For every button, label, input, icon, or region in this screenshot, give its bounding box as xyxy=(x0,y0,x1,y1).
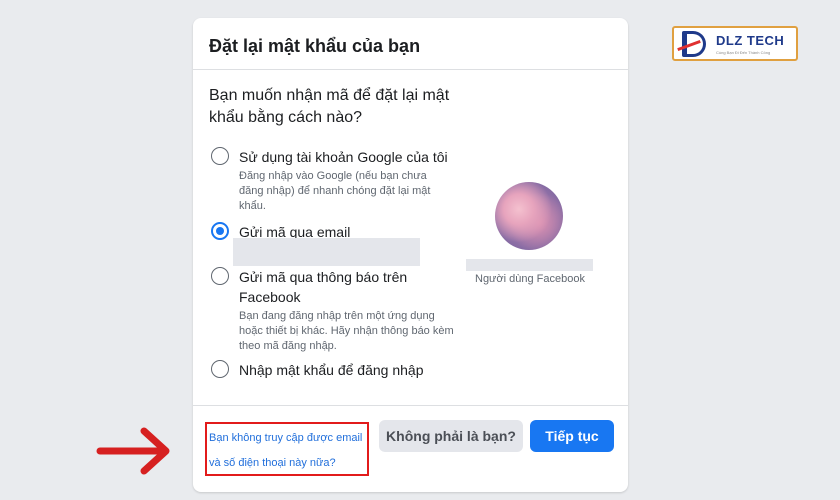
radio-password[interactable] xyxy=(211,360,229,378)
no-access-link-line2[interactable]: và số điện thoại này nữa? xyxy=(209,457,369,469)
dlz-tech-logo: DLZ TECH Cùng Bạn Đi Đến Thành Công xyxy=(672,26,798,61)
email-redacted xyxy=(233,238,420,266)
no-access-link[interactable]: Bạn không truy cập được email và số điện… xyxy=(205,422,369,476)
card-title: Đặt lại mật khẩu của bạn xyxy=(193,18,628,70)
continue-button[interactable]: Tiếp tục xyxy=(530,420,614,452)
not-you-button[interactable]: Không phải là bạn? xyxy=(379,420,523,452)
logo-tagline: Cùng Bạn Đi Đến Thành Công xyxy=(716,50,771,55)
reset-question: Bạn muốn nhận mã để đặt lại mật khẩu bằn… xyxy=(209,87,450,126)
logo-name: DLZ TECH xyxy=(716,33,785,48)
avatar xyxy=(495,182,563,250)
no-access-link-line1[interactable]: Bạn không truy cập được email xyxy=(209,432,369,444)
user-caption: Người dùng Facebook xyxy=(475,273,585,285)
username-redacted xyxy=(466,259,593,271)
reset-password-card: Đặt lại mật khẩu của bạn Bạn muốn nhận m… xyxy=(193,18,628,492)
radio-facebook-notification[interactable] xyxy=(211,267,229,285)
arrow-right-icon xyxy=(96,427,170,475)
option-facebook-label: Gửi mã qua thông báo trên Facebook xyxy=(239,269,408,305)
option-password-label: Nhập mật khẩu để đăng nhập xyxy=(239,362,424,378)
radio-email[interactable] xyxy=(211,222,229,240)
option-facebook-description: Bạn đang đăng nhập trên một ứng dụng hoặ… xyxy=(239,310,454,352)
footer-divider xyxy=(193,405,628,406)
option-google-label: Sử dụng tài khoản Google của tôi xyxy=(239,149,448,165)
option-google-description: Đăng nhập vào Google (nếu bạn chưa đăng … xyxy=(239,170,431,212)
radio-google[interactable] xyxy=(211,147,229,165)
dlz-d-icon xyxy=(682,31,706,57)
